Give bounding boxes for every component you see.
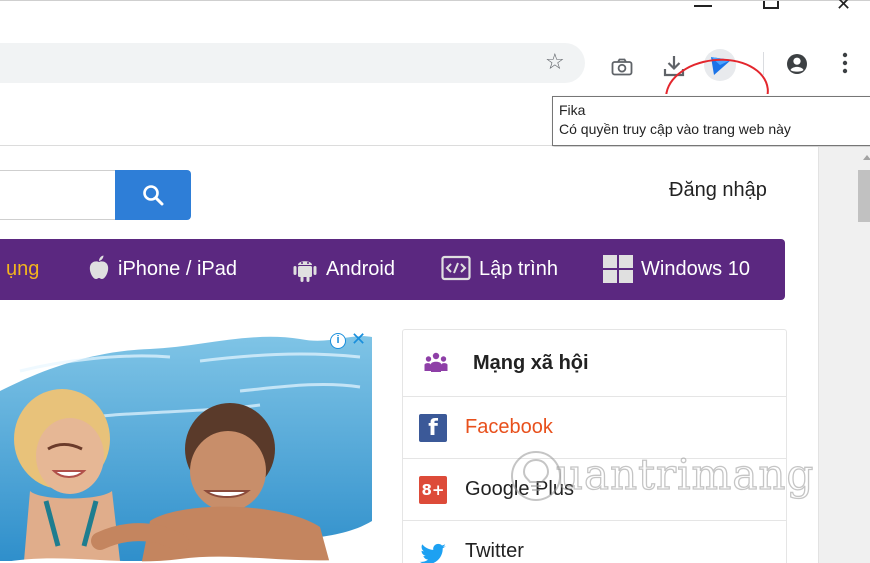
social-link-label: Facebook — [465, 416, 553, 438]
bookmark-star-icon[interactable]: ☆ — [545, 51, 565, 75]
close-window-button[interactable]: ✕ — [836, 0, 851, 14]
nav-item-label: iPhone / iPad — [118, 258, 237, 280]
profile-icon[interactable] — [786, 53, 808, 80]
login-link[interactable]: Đăng nhập — [669, 179, 767, 202]
social-panel-header: Mạng xã hội — [403, 330, 786, 397]
camera-icon[interactable] — [611, 58, 633, 81]
nav-item-iphone[interactable]: iPhone / iPad — [88, 239, 237, 300]
social-link-label: Google Plus — [465, 478, 574, 500]
page-scrollbar[interactable] — [818, 147, 870, 563]
ad-photo — [0, 331, 372, 563]
minimize-window-button[interactable] — [694, 5, 712, 7]
facebook-icon: f — [419, 414, 447, 442]
toolbar-divider — [763, 52, 764, 76]
google-plus-icon: 8+ — [419, 476, 447, 504]
nav-item-app[interactable]: ụng — [6, 239, 39, 300]
main-nav: ụng iPhone / iPad Android Lập trình Wind… — [0, 239, 785, 300]
tooltip-subtitle: Có quyền truy cập vào trang web này — [559, 121, 791, 137]
tooltip-title: Fika — [559, 102, 586, 118]
nav-item-label: Android — [326, 258, 395, 280]
search-button[interactable] — [115, 170, 191, 220]
browser-toolbar: ☆ — [0, 34, 870, 135]
social-link-label: Twitter — [465, 540, 524, 562]
nav-item-lap-trinh[interactable]: Lập trình — [441, 239, 558, 300]
social-panel: Mạng xã hội f Facebook 8+ Google Plus Tw… — [402, 329, 787, 563]
nav-item-label: ụng — [6, 258, 40, 280]
address-bar[interactable] — [0, 43, 585, 83]
ad-close-icon[interactable]: ✕ — [351, 331, 366, 350]
maximize-window-button[interactable] — [763, 1, 779, 9]
ad-info-icon[interactable]: i — [330, 333, 346, 349]
windows-icon — [603, 255, 633, 283]
search-input[interactable] — [0, 170, 115, 220]
social-link-twitter[interactable]: Twitter — [403, 521, 786, 563]
nav-item-android[interactable]: Android — [292, 239, 395, 300]
search-icon — [143, 185, 164, 206]
web-page: Đăng nhập ụng iPhone / iPad Android Lập … — [0, 147, 818, 563]
social-link-facebook[interactable]: f Facebook — [403, 397, 786, 459]
ad-banner[interactable]: i ✕ — [0, 331, 372, 563]
apple-icon — [89, 255, 109, 279]
code-icon — [441, 255, 471, 281]
more-menu-icon[interactable] — [842, 52, 848, 79]
android-icon — [293, 261, 317, 282]
twitter-icon — [419, 543, 446, 563]
social-link-google-plus[interactable]: 8+ Google Plus — [403, 459, 786, 521]
fika-icon — [711, 57, 731, 75]
nav-item-label: Windows 10 — [641, 258, 750, 280]
scroll-up-arrow-icon[interactable] — [863, 155, 870, 160]
social-panel-title: Mạng xã hội — [473, 352, 589, 374]
scroll-thumb[interactable] — [858, 170, 870, 222]
window-titlebar: ✕ — [0, 0, 870, 34]
fika-extension-button[interactable] — [704, 49, 736, 81]
nav-item-label: Lập trình — [479, 258, 558, 280]
extension-tooltip: Fika Có quyền truy cập vào trang web này — [552, 96, 870, 146]
download-icon[interactable] — [662, 54, 686, 83]
nav-item-windows-10[interactable]: Windows 10 — [603, 239, 750, 300]
users-icon — [424, 352, 448, 372]
